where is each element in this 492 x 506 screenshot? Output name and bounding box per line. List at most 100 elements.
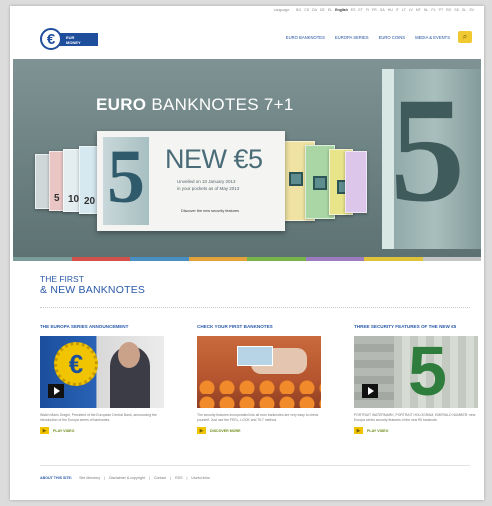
card-headline: NEW €5 [165,144,263,174]
section-divider [40,307,470,308]
search-button[interactable]: ⌕ [458,31,472,43]
logo-line-2: MONEY [66,40,81,45]
color-strip-seg-1 [13,257,72,261]
play-icon[interactable] [48,384,64,398]
language-pl[interactable]: PL [431,8,435,12]
video-thumbnail-draghi[interactable]: € [40,336,164,408]
language-es[interactable]: ES [351,8,356,12]
language-mt[interactable]: MT [416,8,421,12]
arrow-right-icon: ▶ [197,427,206,434]
language-da[interactable]: DA [312,8,317,12]
banknote-denomination-5: 5 [54,193,60,204]
feature-column-announcement: THE EUROPA SERIES ANNOUNCEMENT € Watch M… [40,324,170,434]
search-icon: ⌕ [462,32,468,41]
section-title-line-2: & NEW BANKNOTES [40,284,146,296]
card-unveiled-text: Unveiled on 10 January 2013 [177,179,236,184]
arrow-right-icon: ▶ [354,427,363,434]
language-en[interactable]: English [335,8,348,12]
column-description: Watch Mario Draghi, President of the Eur… [40,413,157,422]
emerald-five-numeral: 5 [408,336,447,408]
main-nav: EURO BANKNOTES EUROPA SERIES EURO COINS … [286,35,450,40]
feature-column-check-banknotes: CHECK YOUR FIRST BANKNOTES The security … [197,324,327,434]
button-label: PLAY VIDEO [53,428,75,433]
large-banknote-art: 5 [382,69,481,249]
language-label: Language: [273,8,291,12]
card-pockets-text: in your pockets as of May 2013 [177,186,240,191]
nav-media-events[interactable]: MEDIA & EVENTS [415,35,450,40]
color-strip-seg-6 [305,257,364,261]
footer: ABOUT THIS SITE: Site directory | Discla… [40,465,470,480]
column-title[interactable]: THE EUROPA SERIES ANNOUNCEMENT [40,324,170,329]
footer-separator: | [170,476,172,480]
discover-security-link[interactable]: Discover the new security features [181,209,239,213]
footer-separator: | [104,476,106,480]
banknote-denomination-10: 10 [68,194,80,205]
footer-separator: | [186,476,188,480]
five-euro-banknote-image: 5 [103,137,149,225]
discover-more-button[interactable]: ▶ DISCOVER MORE [197,427,241,434]
language-bar: Language: BG CS DA DE EL English ES ET F… [274,8,474,12]
column-title[interactable]: CHECK YOUR FIRST BANKNOTES [197,324,327,329]
language-de[interactable]: DE [320,8,325,12]
language-lt[interactable]: LT [402,8,406,12]
language-it[interactable]: IT [396,8,399,12]
footer-link-contact[interactable]: Contact [154,476,166,480]
column-description: The security features incorporated into … [197,413,319,422]
play-icon[interactable] [362,384,378,398]
banknote-emblem [289,172,303,186]
hero-title: EURO BANKNOTES 7+1 [96,95,294,115]
language-cs[interactable]: CS [304,8,309,12]
nav-europa-series[interactable]: EUROPA SERIES [335,35,369,40]
play-video-button[interactable]: ▶ PLAY VIDEO [40,427,74,434]
feature-column-security-features: THREE SECURITY FEATURES OF THE NEW €5 5 … [354,324,484,434]
language-bg[interactable]: BG [296,8,301,12]
footer-link-disclaimer[interactable]: Disclaimer & copyright [109,476,145,480]
color-strip-seg-3 [130,257,189,261]
footer-link-site-directory[interactable]: Site directory [79,476,100,480]
banknote-emblem [313,176,327,190]
euro-money-logo[interactable]: € EUR MONEY [40,28,98,50]
color-strip-seg-2 [71,257,130,261]
banknote-right-4 [345,151,367,213]
section-title-line-1: THE FIRST [40,274,84,284]
language-fr[interactable]: FR [372,8,377,12]
language-el[interactable]: EL [328,8,332,12]
language-hu[interactable]: HU [388,8,393,12]
footer-separator: | [148,476,150,480]
footer-link-rss[interactable]: RSS [175,476,182,480]
page: Language: BG CS DA DE EL English ES ET F… [10,6,484,500]
five-numeral: 5 [107,137,145,219]
column-title[interactable]: THREE SECURITY FEATURES OF THE NEW €5 [354,324,484,329]
video-thumbnail-security[interactable]: 5 [354,336,478,408]
image-thumbnail-market[interactable] [197,336,321,408]
color-strip-seg-4 [188,257,247,261]
language-sk[interactable]: SK [454,8,459,12]
button-label: DISCOVER MORE [210,428,241,433]
language-pt[interactable]: PT [439,8,443,12]
language-ga[interactable]: GA [380,8,385,12]
new-five-euro-card[interactable]: 5 NEW €5 Unveiled on 10 January 2013 in … [97,131,285,231]
nav-euro-coins[interactable]: EURO COINS [379,35,406,40]
nav-euro-banknotes[interactable]: EURO BANKNOTES [286,35,325,40]
banknote-denomination-20: 20 [84,196,96,207]
footer-link-useful-links[interactable]: Useful links [191,476,209,480]
language-lv[interactable]: LV [409,8,413,12]
color-strip-seg-7 [364,257,423,261]
euro-sign-icon: € [54,342,98,386]
hero-banner: EURO BANKNOTES 7+1 5 5 10 20 5 NEW €5 Un… [13,59,481,257]
column-description: PORTRAIT WATERMARK, PORTRAIT HOLOGRAM, E… [354,413,476,422]
banknote-image [237,346,273,366]
language-nl[interactable]: NL [424,8,428,12]
hero-title-rest: BANKNOTES 7+1 [146,95,294,114]
euro-icon: € [40,28,62,50]
language-ro[interactable]: RO [446,8,451,12]
language-et[interactable]: ET [358,8,362,12]
button-label: PLAY VIDEO [367,428,389,433]
language-sv[interactable]: SV [469,8,474,12]
hero-title-bold: EURO [96,95,147,114]
play-video-button[interactable]: ▶ PLAY VIDEO [354,427,388,434]
language-sl[interactable]: SL [462,8,466,12]
color-strip-seg-5 [247,257,306,261]
language-fi[interactable]: FI [366,8,369,12]
color-strip-seg-8 [422,257,481,261]
